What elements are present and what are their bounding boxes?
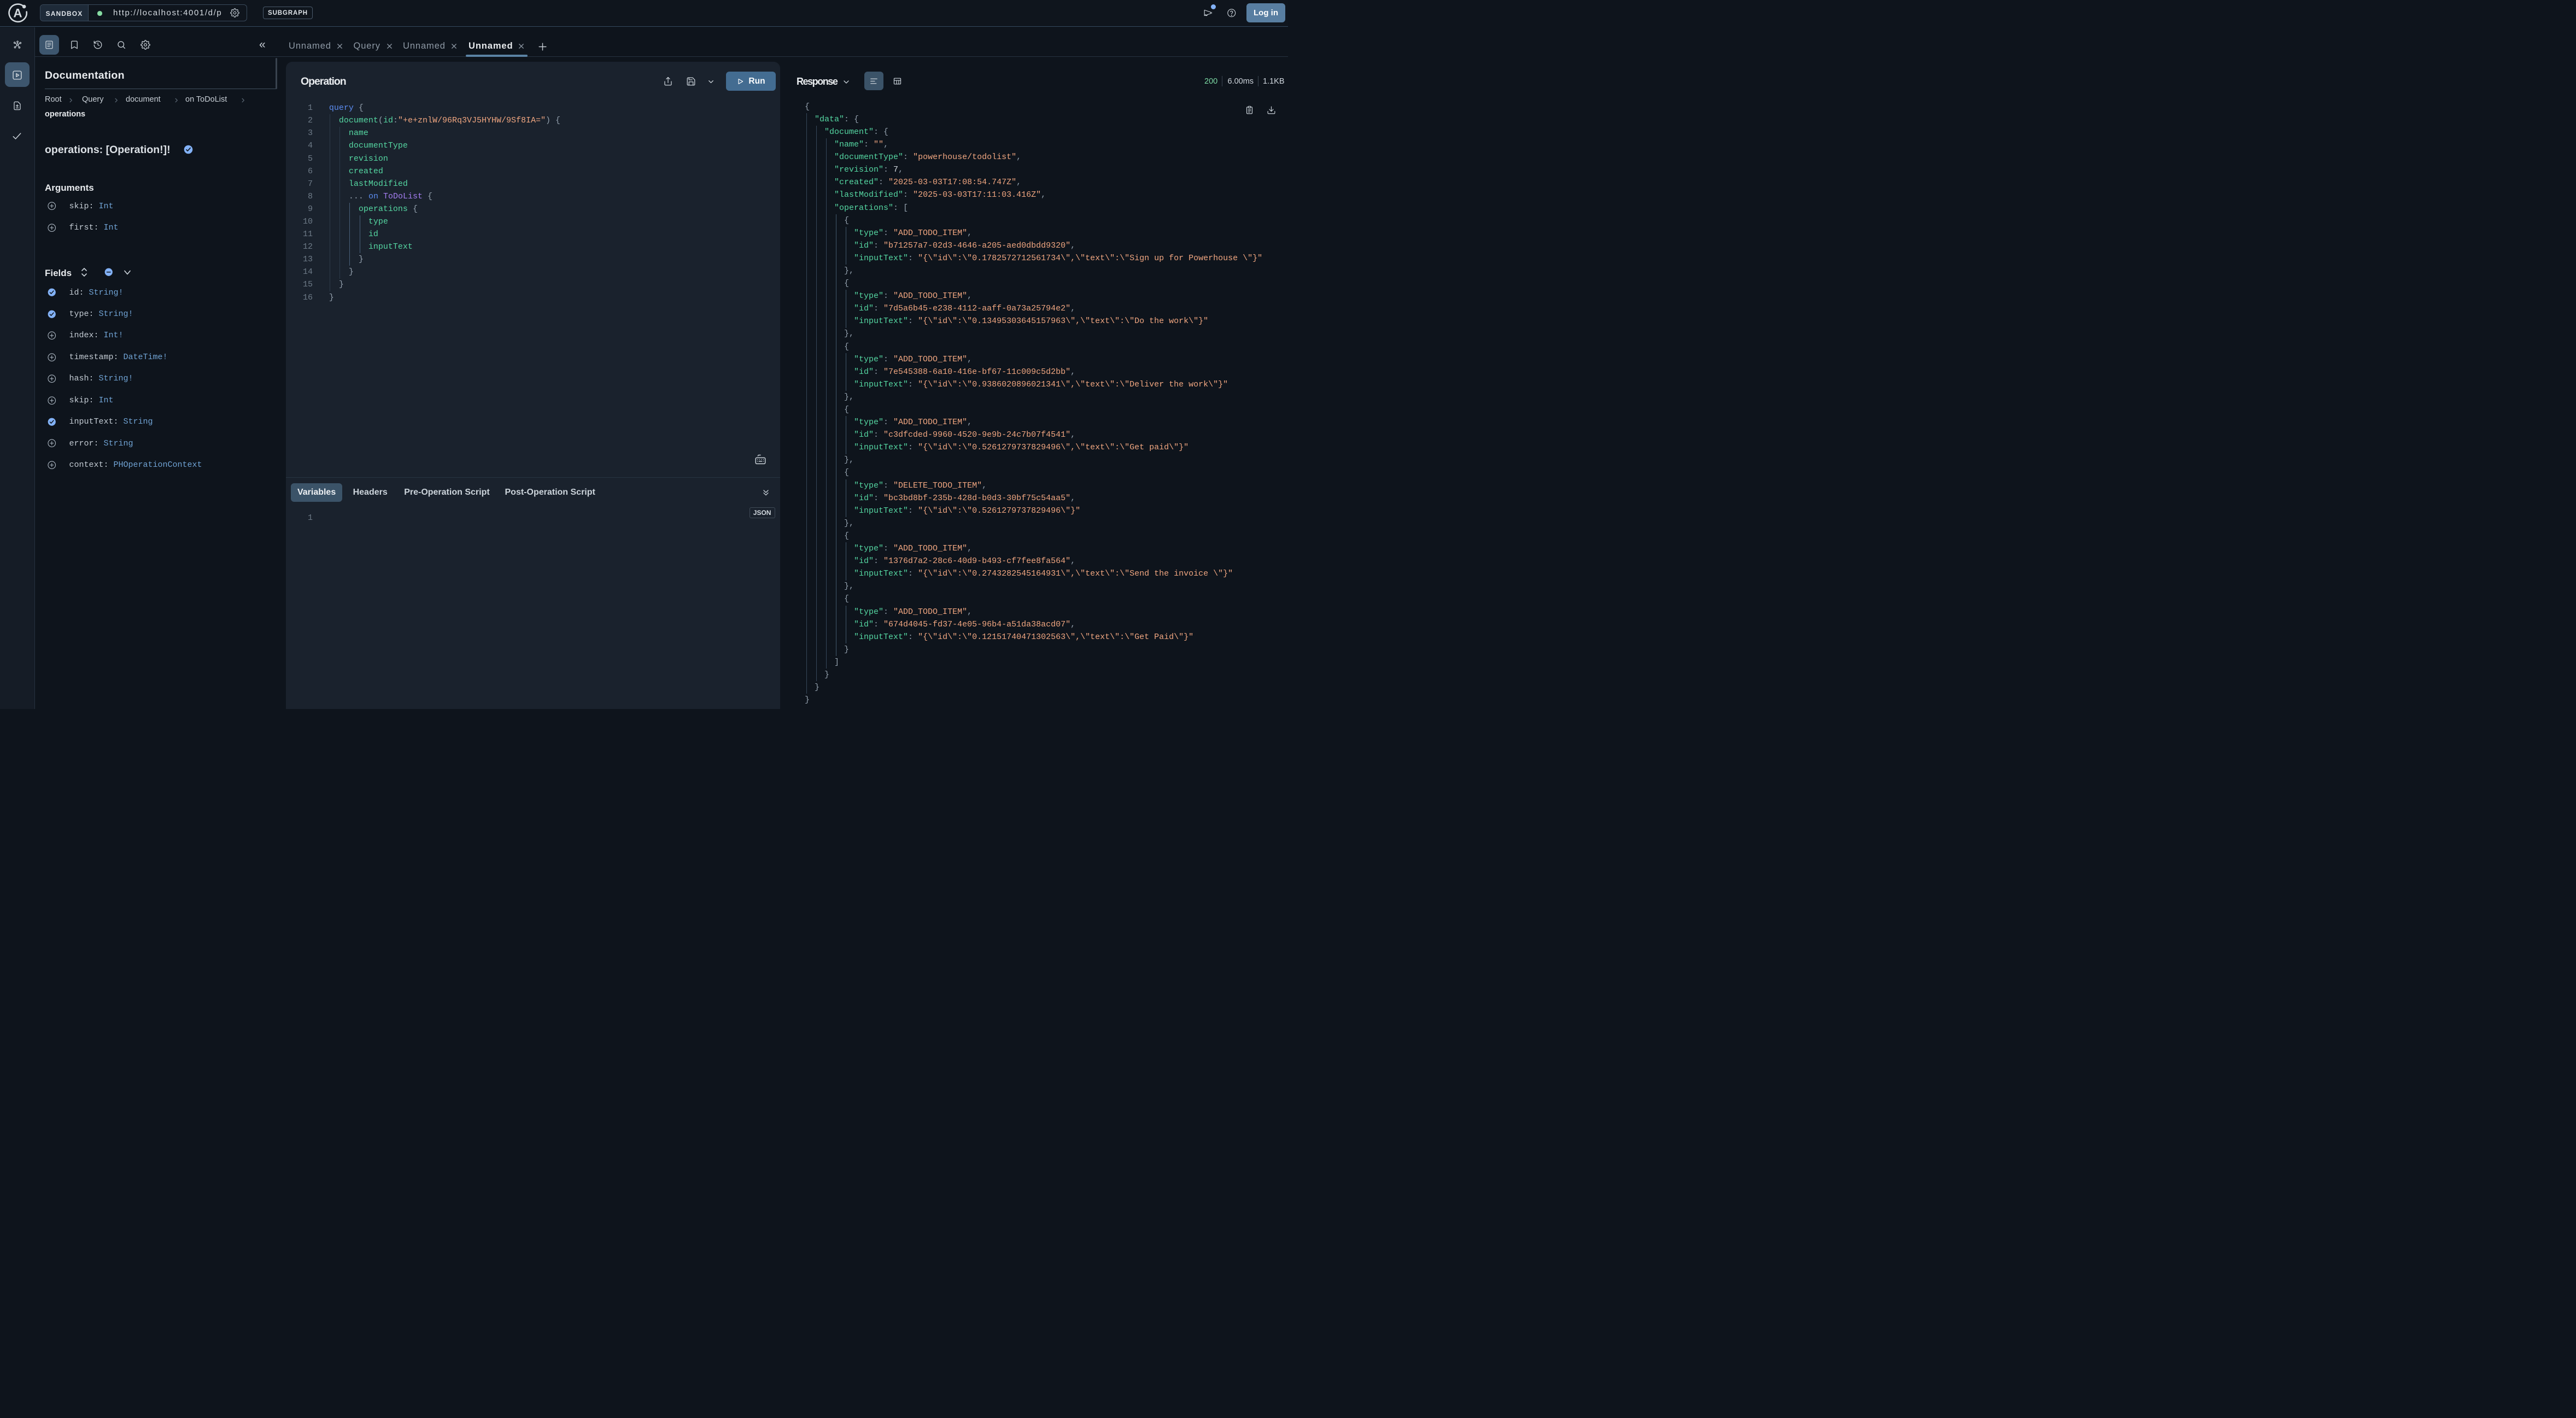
- svg-text:A: A: [13, 6, 22, 20]
